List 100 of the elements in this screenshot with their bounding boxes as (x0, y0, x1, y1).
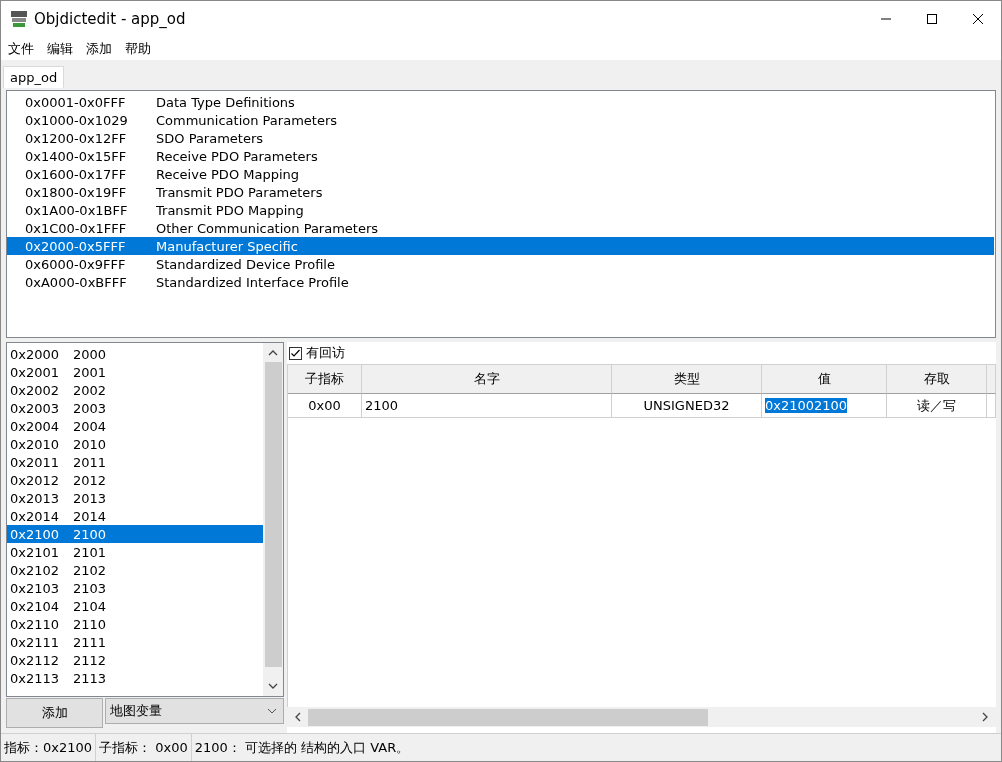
status-text: 指标：0x2100 (1, 734, 97, 761)
range-name: Other Communication Parameters (156, 220, 379, 236)
index-row[interactable]: 0x2101 2101 (7, 543, 263, 561)
index-name: 2000 (73, 346, 107, 362)
range-row[interactable]: 0x1400-0x15FF Receive PDO Parameters (7, 147, 995, 165)
type-dropdown[interactable]: 地图变量 (105, 698, 284, 724)
range-text: 0x1A00-0x1BFF (25, 202, 129, 218)
range-name: Standardized Interface Profile (156, 274, 349, 290)
column-header[interactable]: 类型 (612, 365, 762, 394)
cell-text: 0x21002100 (765, 398, 848, 413)
range-text: 0x1C00-0x1FFF (25, 220, 128, 236)
column-header[interactable]: 值 (762, 365, 887, 394)
index-row[interactable]: 0x2014 2014 (7, 507, 263, 525)
index-row[interactable]: 0x2013 2013 (7, 489, 263, 507)
index-row[interactable]: 0x2102 2102 (7, 561, 263, 579)
index-text: 0x2101 (10, 544, 61, 560)
index-text: 0x2100 (10, 526, 61, 542)
index-text: 0x2104 (10, 598, 61, 614)
index-text: 0x2002 (10, 382, 61, 398)
column-header[interactable]: 存取 (887, 365, 987, 394)
status-text: 子指标： 0x00 (96, 734, 192, 761)
index-name: 2012 (73, 472, 107, 488)
range-row[interactable]: 0x1A00-0x1BFF Transmit PDO Mapping (7, 201, 995, 219)
close-icon[interactable] (972, 13, 984, 25)
index-row[interactable]: 0x2001 2001 (7, 363, 263, 381)
range-row[interactable]: 0x1800-0x19FF Transmit PDO Parameters (7, 183, 995, 201)
index-row[interactable]: 0x2103 2103 (7, 579, 263, 597)
index-name: 2002 (73, 382, 107, 398)
index-row[interactable]: 0x2011 2011 (7, 453, 263, 471)
scroll-down-icon[interactable] (268, 683, 278, 690)
range-row[interactable]: 0x1000-0x1029 Communication Parameters (7, 111, 995, 129)
range-row[interactable]: 0x6000-0x9FFF Standardized Device Profile (7, 255, 995, 273)
index-text: 0x2011 (10, 454, 61, 470)
range-row[interactable]: 0xA000-0xBFFF Standardized Interface Profile (7, 273, 995, 291)
range-text: 0x0001-0x0FFF (25, 94, 127, 110)
index-row[interactable]: 0x2000 2000 (7, 345, 263, 363)
range-name: Receive PDO Parameters (156, 148, 318, 164)
checkbox[interactable] (289, 346, 302, 360)
index-text: 0x2003 (10, 400, 61, 416)
tab[interactable]: app_od (3, 66, 65, 88)
index-text: 0x2014 (10, 508, 61, 524)
column-header[interactable]: 名字 (362, 365, 612, 394)
index-row[interactable]: 0x2110 2110 (7, 615, 263, 633)
range-name: Communication Parameters (156, 112, 337, 128)
scroll-thumb[interactable] (308, 708, 709, 726)
range-text: 0x1600-0x17FF (25, 166, 128, 182)
range-name: Data Type Definitions (156, 94, 295, 110)
index-row[interactable]: 0x2002 2002 (7, 381, 263, 399)
index-text: 0x2012 (10, 472, 61, 488)
index-text: 0x2004 (10, 418, 61, 434)
cell-text: 0x00 (308, 398, 341, 413)
menu-item[interactable]: 帮助 (125, 39, 151, 58)
index-row[interactable]: 0x2100 2100 (7, 525, 263, 543)
index-row[interactable]: 0x2113 2113 (7, 669, 263, 687)
range-text: 0x2000-0x5FFF (25, 238, 127, 254)
index-text: 0x2113 (10, 670, 61, 686)
index-row[interactable]: 0x2003 2003 (7, 399, 263, 417)
index-row[interactable]: 0x2111 2111 (7, 633, 263, 651)
range-text: 0x6000-0x9FFF (25, 256, 127, 272)
index-text: 0x2000 (10, 346, 61, 362)
range-name: Manufacturer Specific (156, 238, 298, 254)
cell-text: 2100 (365, 398, 399, 413)
range-row[interactable]: 0x1200-0x12FF SDO Parameters (7, 129, 995, 147)
range-row[interactable]: 0x1C00-0x1FFF Other Communication Parameters (7, 219, 995, 237)
menu-item[interactable]: 文件 (8, 39, 34, 58)
range-row[interactable]: 0x2000-0x5FFF Manufacturer Specific (7, 237, 994, 255)
range-name: SDO Parameters (156, 130, 264, 146)
index-name: 2101 (73, 544, 107, 560)
scroll-thumb[interactable] (264, 362, 282, 667)
range-text: 0xA000-0xBFFF (25, 274, 128, 290)
scroll-left-icon[interactable] (294, 712, 301, 722)
index-name: 2110 (73, 616, 107, 632)
index-name: 2001 (73, 364, 107, 380)
index-text: 0x2112 (10, 652, 61, 668)
index-name: 2010 (73, 436, 107, 452)
range-name: Receive PDO Mapping (156, 166, 300, 182)
range-row[interactable]: 0x1600-0x17FF Receive PDO Mapping (7, 165, 995, 183)
index-row[interactable]: 0x2010 2010 (7, 435, 263, 453)
range-text: 0x1400-0x15FF (25, 148, 128, 164)
index-row[interactable]: 0x2104 2104 (7, 597, 263, 615)
range-name: Transmit PDO Parameters (156, 184, 323, 200)
maximize-icon[interactable] (926, 13, 938, 25)
index-name: 2112 (73, 652, 107, 668)
menu-item[interactable]: 编辑 (47, 39, 73, 58)
menu-item[interactable]: 添加 (86, 39, 112, 58)
index-row[interactable]: 0x2004 2004 (7, 417, 263, 435)
range-row[interactable]: 0x0001-0x0FFF Data Type Definitions (7, 93, 995, 111)
index-text: 0x2010 (10, 436, 61, 452)
index-text: 0x2111 (10, 634, 61, 650)
range-text: 0x1800-0x19FF (25, 184, 128, 200)
index-text: 0x2103 (10, 580, 61, 596)
index-row[interactable]: 0x2112 2112 (7, 651, 263, 669)
scroll-up-icon[interactable] (268, 349, 278, 356)
add-button[interactable]: 添加 (6, 698, 103, 728)
column-header[interactable]: 子指标 (288, 365, 362, 394)
scroll-right-icon[interactable] (982, 712, 989, 722)
index-text: 0x2102 (10, 562, 61, 578)
index-row[interactable]: 0x2012 2012 (7, 471, 263, 489)
status-text: 2100： 可选择的 结构的入口 VAR。 (193, 738, 411, 757)
index-name: 2113 (73, 670, 107, 686)
